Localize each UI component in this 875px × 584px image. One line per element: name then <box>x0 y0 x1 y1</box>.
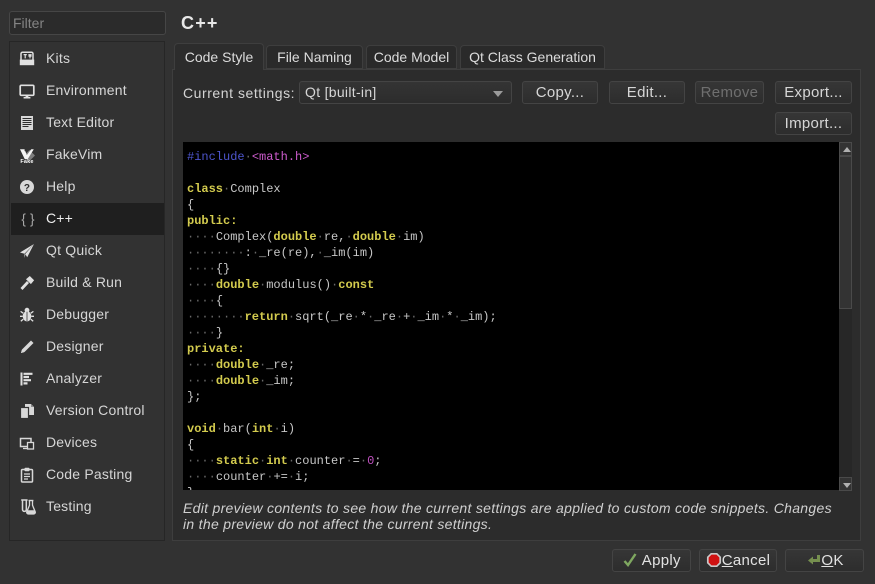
svg-text:{ }: { } <box>21 212 35 227</box>
svg-text:?: ? <box>24 183 30 194</box>
svg-text:Fake: Fake <box>20 159 33 163</box>
